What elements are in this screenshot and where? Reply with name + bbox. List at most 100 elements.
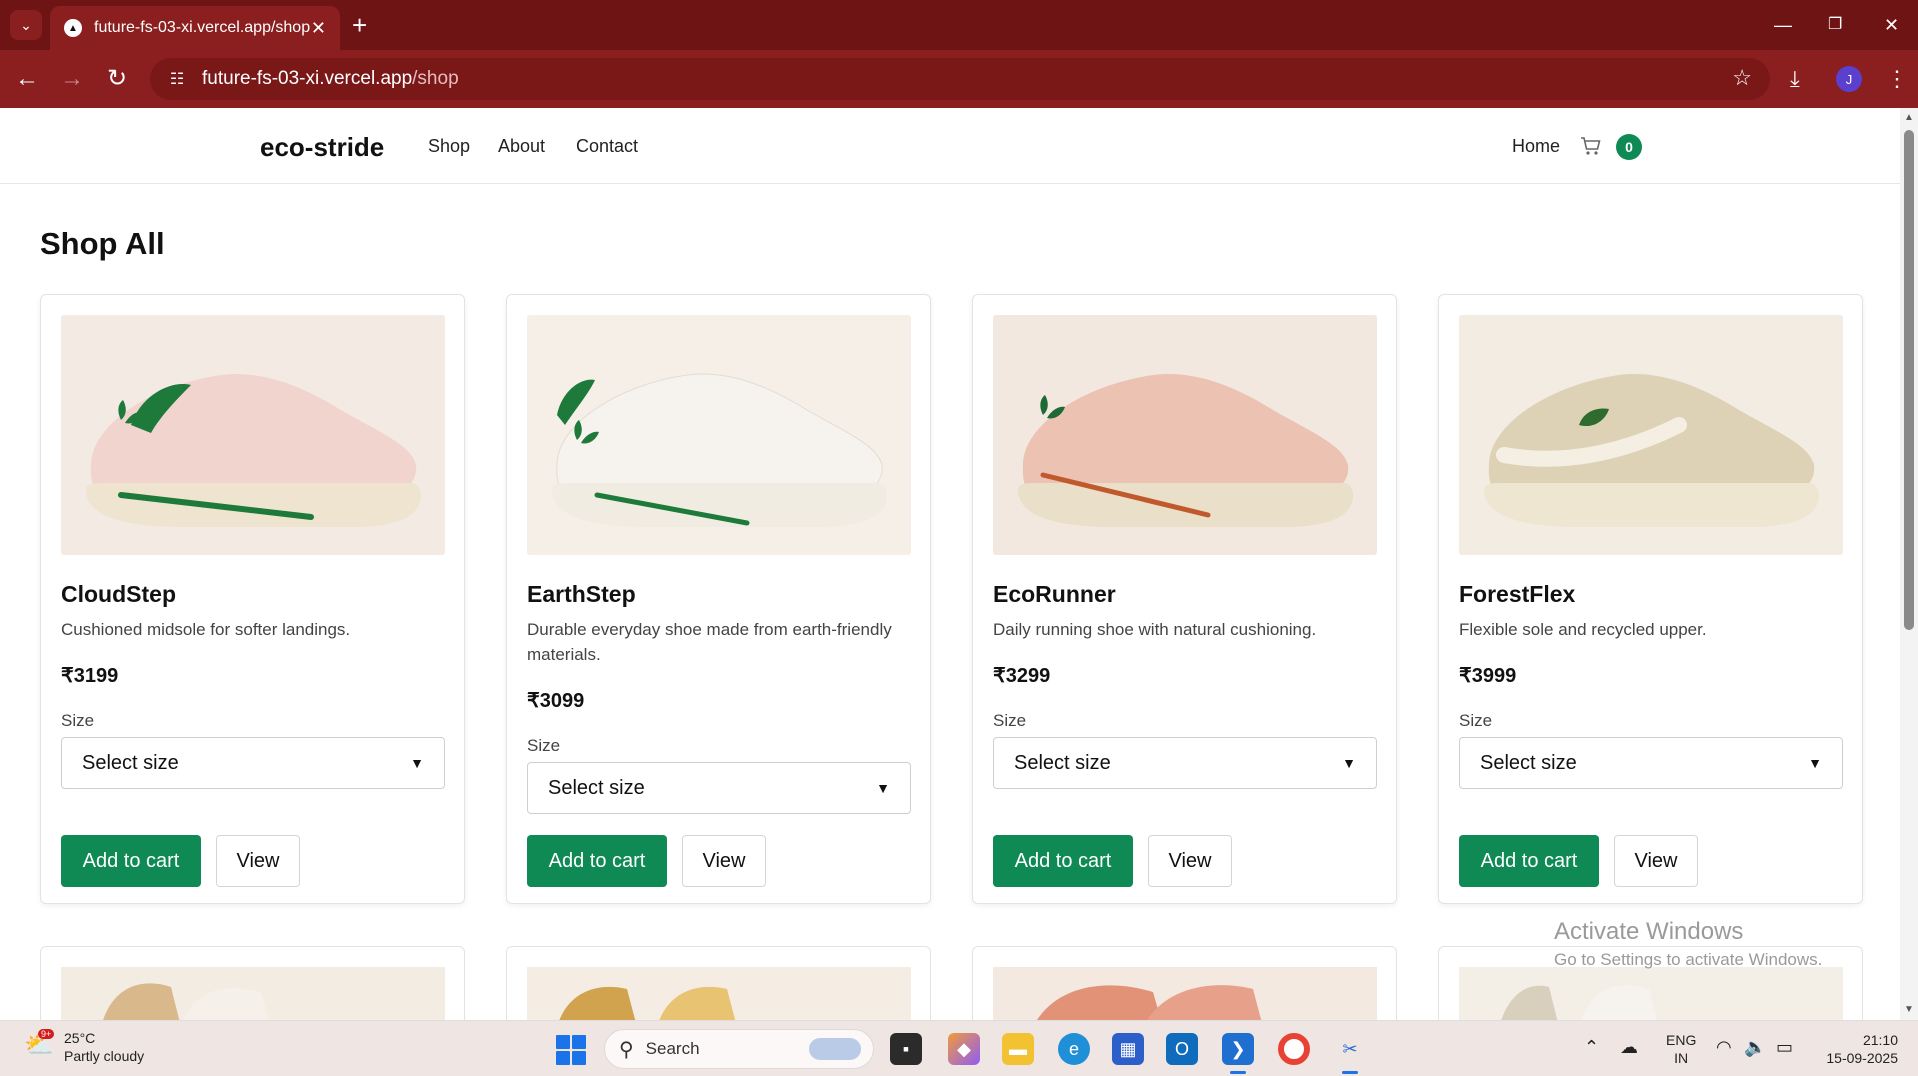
close-window-icon[interactable]: ✕ <box>1884 8 1899 42</box>
onedrive-error-icon[interactable]: ☁ <box>1620 1037 1638 1058</box>
chevron-down-icon: ▼ <box>1808 755 1822 771</box>
product-image[interactable] <box>1459 315 1843 555</box>
product-image[interactable] <box>527 315 911 555</box>
outlook-icon[interactable]: O <box>1166 1033 1198 1065</box>
size-label: Size <box>527 736 561 755</box>
restore-icon[interactable]: ❐ <box>1828 8 1842 42</box>
new-tab-plus-icon[interactable]: + <box>352 8 367 42</box>
size-label: Size <box>993 711 1027 730</box>
size-select[interactable]: Select size ▼ <box>61 737 445 789</box>
scrollbar-thumb[interactable] <box>1904 130 1914 630</box>
product-description: Daily running shoe with natural cushioni… <box>993 620 1317 639</box>
volume-icon[interactable]: 🔈 <box>1744 1037 1766 1058</box>
taskbar-search[interactable]: ⚲ Search <box>604 1029 874 1069</box>
add-to-cart-button[interactable]: Add to cart <box>61 835 201 887</box>
product-name[interactable]: EarthStep <box>527 581 636 608</box>
activate-subtitle: Go to Settings to activate Windows. <box>1554 950 1823 969</box>
site-settings-icon[interactable]: ☷ <box>164 69 190 89</box>
view-button[interactable]: View <box>216 835 300 887</box>
url-text[interactable]: future-fs-03-xi.vercel.app/shop <box>202 68 459 90</box>
edge-browser-icon[interactable]: e <box>1058 1033 1090 1065</box>
nav-contact[interactable]: Contact <box>576 136 638 157</box>
clock-time: 21:10 <box>1862 1032 1898 1048</box>
nav-about[interactable]: About <box>498 136 545 157</box>
size-select[interactable]: Select size ▼ <box>527 762 911 814</box>
product-name[interactable]: EcoRunner <box>993 581 1116 608</box>
copilot-icon[interactable]: ◆ <box>948 1033 980 1065</box>
page-scrollbar[interactable]: ▲ ▼ <box>1900 108 1918 1020</box>
nav-home[interactable]: Home <box>1512 136 1560 157</box>
bookmark-star-icon[interactable]: ☆ <box>1732 65 1752 91</box>
browser-tab-strip: ⌄ ▲ future-fs-03-xi.vercel.app/shop ✕ + … <box>0 0 1918 50</box>
wifi-icon[interactable]: ◠ <box>1716 1037 1732 1058</box>
address-bar[interactable]: ☷ future-fs-03-xi.vercel.app/shop ☆ <box>150 58 1770 100</box>
add-to-cart-button[interactable]: Add to cart <box>527 835 667 887</box>
battery-icon[interactable]: ▭ <box>1776 1037 1793 1058</box>
windows-start-icon[interactable] <box>556 1035 586 1065</box>
search-placeholder: Search <box>645 1039 700 1058</box>
product-image[interactable] <box>993 315 1377 555</box>
microsoft-store-icon[interactable]: ▦ <box>1112 1033 1144 1065</box>
product-card-partial <box>506 946 931 1020</box>
windows-taskbar: ⛅ 9+ 25°C Partly cloudy ⚲ Search ▪ ◆ ▬ e … <box>0 1020 1918 1076</box>
product-price: ₹3199 <box>61 665 119 687</box>
size-label: Size <box>1459 711 1493 730</box>
reload-icon[interactable]: ↻ <box>100 62 134 96</box>
close-tab-icon[interactable]: ✕ <box>311 18 326 39</box>
product-image[interactable] <box>1459 967 1843 1020</box>
product-card-partial <box>40 946 465 1020</box>
product-price: ₹3099 <box>527 690 585 712</box>
size-select[interactable]: Select size ▼ <box>993 737 1377 789</box>
brand-logo[interactable]: eco-stride <box>260 132 384 163</box>
product-price: ₹3999 <box>1459 665 1517 687</box>
product-image[interactable] <box>527 967 911 1020</box>
tab-search-chevron-icon[interactable]: ⌄ <box>10 10 42 40</box>
product-image[interactable] <box>993 967 1377 1020</box>
browser-toolbar: ← → ↻ ☷ future-fs-03-xi.vercel.app/shop … <box>0 50 1918 108</box>
product-card: ForestFlex Flexible sole and recycled up… <box>1438 294 1863 904</box>
snipping-tool-icon[interactable]: ✂ <box>1334 1033 1366 1074</box>
add-to-cart-button[interactable]: Add to cart <box>1459 835 1599 887</box>
view-button[interactable]: View <box>1148 835 1232 887</box>
page-viewport: eco-stride Shop About Contact Home 0 Sho… <box>0 108 1900 1020</box>
browser-tab[interactable]: ▲ future-fs-03-xi.vercel.app/shop ✕ <box>50 6 340 50</box>
chevron-down-icon: ▼ <box>1342 755 1356 771</box>
size-label: Size <box>61 711 95 730</box>
back-arrow-icon[interactable]: ← <box>10 62 44 96</box>
product-card: EcoRunner Daily running shoe with natura… <box>972 294 1397 904</box>
show-hidden-icons-chevron-icon[interactable]: ⌃ <box>1584 1037 1599 1058</box>
product-image[interactable] <box>61 967 445 1020</box>
url-path: /shop <box>412 68 459 89</box>
profile-avatar[interactable]: J <box>1836 66 1862 92</box>
download-icon[interactable]: ⤓ <box>1790 62 1800 96</box>
weather-temperature: 25°C <box>64 1030 96 1046</box>
add-to-cart-button[interactable]: Add to cart <box>993 835 1133 887</box>
forward-arrow-icon[interactable]: → <box>55 62 89 96</box>
product-name[interactable]: CloudStep <box>61 581 176 608</box>
page-title: Shop All <box>40 226 165 261</box>
menu-kebab-icon[interactable]: ⋮ <box>1886 62 1908 96</box>
minimize-icon[interactable]: — <box>1774 8 1792 42</box>
task-view-icon[interactable]: ▪ <box>890 1033 922 1065</box>
cart-count-badge[interactable]: 0 <box>1616 134 1642 160</box>
nav-shop[interactable]: Shop <box>428 136 470 157</box>
scroll-up-arrow-icon[interactable]: ▲ <box>1904 112 1914 123</box>
vscode-icon[interactable]: ❯ <box>1222 1033 1254 1074</box>
product-name[interactable]: ForestFlex <box>1459 581 1575 608</box>
cart-icon[interactable] <box>1580 136 1602 162</box>
view-button[interactable]: View <box>682 835 766 887</box>
file-explorer-icon[interactable]: ▬ <box>1002 1033 1034 1065</box>
tab-title: future-fs-03-xi.vercel.app/shop <box>94 19 311 36</box>
system-clock[interactable]: 21:10 15-09-2025 <box>1818 1031 1898 1067</box>
input-language[interactable]: ENG IN <box>1666 1031 1696 1067</box>
chrome-icon[interactable] <box>1278 1033 1310 1065</box>
chevron-down-icon: ▼ <box>410 755 424 771</box>
scroll-down-arrow-icon[interactable]: ▼ <box>1904 1004 1914 1015</box>
product-image[interactable] <box>61 315 445 555</box>
weather-widget[interactable]: ⛅ 9+ 25°C Partly cloudy <box>24 1029 144 1065</box>
size-select[interactable]: Select size ▼ <box>1459 737 1843 789</box>
view-button[interactable]: View <box>1614 835 1698 887</box>
product-description: Cushioned midsole for softer landings. <box>61 620 351 639</box>
clock-date: 15-09-2025 <box>1826 1050 1898 1066</box>
chevron-down-icon: ▼ <box>876 780 890 796</box>
